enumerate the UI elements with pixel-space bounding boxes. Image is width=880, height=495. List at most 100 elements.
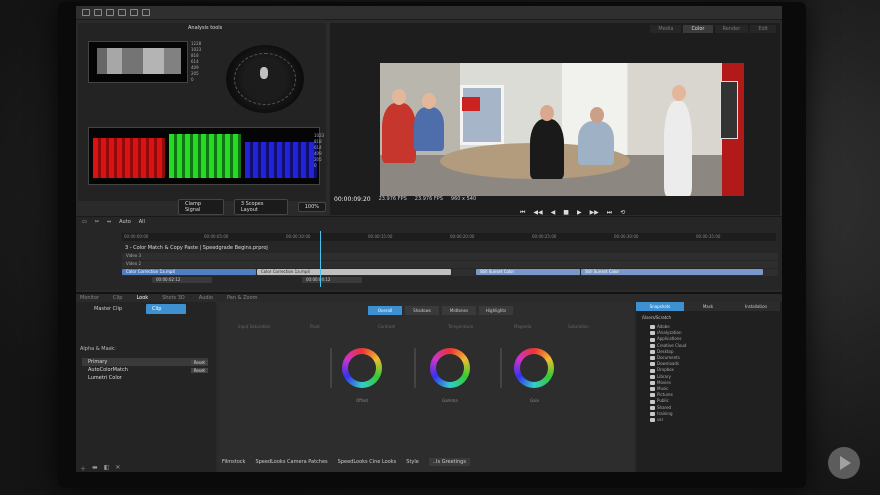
tab-color[interactable]: Color xyxy=(683,25,713,33)
tab-installation[interactable]: Installation xyxy=(732,302,780,311)
tab-monitor[interactable]: Monitor xyxy=(80,295,99,301)
folder-icon xyxy=(650,368,655,373)
scopes-title: Analysis tools xyxy=(188,25,223,31)
tab-cine-looks[interactable]: SpeedLooks Cine Looks xyxy=(338,459,397,465)
folder-icon xyxy=(650,362,655,367)
tab-greetings[interactable]: ..Is Greetings xyxy=(428,458,470,466)
browser-path[interactable]: /Users/Scratch xyxy=(642,315,671,320)
undo-icon[interactable] xyxy=(118,9,126,16)
browser-tabs: Snapshots Mask Installation xyxy=(636,302,780,311)
tab-shots3d[interactable]: Shots 3D xyxy=(162,295,185,301)
tab-mask[interactable]: Mask xyxy=(684,302,732,311)
segment-overall[interactable]: Overall xyxy=(368,306,402,315)
tab-media[interactable]: Media xyxy=(650,25,682,33)
folder-icon xyxy=(650,387,655,392)
clamp-signal-button[interactable]: Clamp Signal xyxy=(178,199,224,215)
reset-button[interactable]: Reset xyxy=(190,367,208,373)
clip-still-sunset-1[interactable]: Still Sunset Color xyxy=(476,269,580,275)
clip-button[interactable]: Clip xyxy=(146,304,186,314)
folder-icon[interactable]: ▬ xyxy=(92,464,98,472)
vectorscope xyxy=(226,45,304,113)
gamma-wheel[interactable] xyxy=(430,348,470,388)
master-clip-label[interactable]: Master Clip xyxy=(94,306,122,312)
duplicate-icon[interactable]: ◧ xyxy=(104,464,110,472)
playhead[interactable] xyxy=(320,231,321,287)
column-contrast: Contrast xyxy=(378,324,396,329)
segment-shadows[interactable]: Shadows xyxy=(405,306,439,315)
folder-icon xyxy=(650,337,655,342)
video-preview xyxy=(380,63,744,196)
clip-still-sunset-2[interactable]: Still Sunset Color xyxy=(581,269,763,275)
auto-toggle[interactable]: Auto xyxy=(119,219,131,225)
select-tool-icon[interactable]: ▭ xyxy=(82,219,87,225)
app-window: Analysis tools 122810238186144092050 102… xyxy=(76,6,782,472)
layer-primary[interactable]: Primary Reset xyxy=(82,358,208,366)
offset-slider[interactable] xyxy=(330,348,332,388)
timeline-toolbar: ▭ ✂ ⇔ Auto All xyxy=(82,219,145,225)
luma-waveform xyxy=(88,41,188,83)
tab-snapshots[interactable]: Snapshots xyxy=(636,302,684,311)
gain-wheel[interactable] xyxy=(514,348,554,388)
folder-icon xyxy=(650,393,655,398)
layers-panel: Master Clip Clip Alpha & Mask: Primary Re… xyxy=(76,302,216,472)
all-toggle[interactable]: All xyxy=(139,219,145,225)
viewer-panel: Media Color Render Edit 00:00:09:20 23.9… xyxy=(330,23,780,216)
track-video-3[interactable]: Video 3 xyxy=(122,253,778,260)
folder-icon xyxy=(650,405,655,410)
column-saturation: Saturation xyxy=(568,324,589,329)
tab-audio[interactable]: Audio xyxy=(199,295,213,301)
delete-icon[interactable]: ✕ xyxy=(115,464,120,472)
scope-zoom-select[interactable]: 100% xyxy=(297,202,326,212)
offset-wheel[interactable] xyxy=(342,348,382,388)
gain-slider[interactable] xyxy=(500,348,502,388)
gamma-slider[interactable] xyxy=(414,348,416,388)
top-toolbar xyxy=(76,6,782,20)
play-logo-icon xyxy=(828,447,860,479)
reset-button[interactable]: Reset xyxy=(190,359,208,365)
marker-out[interactable]: 00:00:04:12 xyxy=(302,277,362,283)
folder-icon xyxy=(650,399,655,404)
folder-tree: Adobe iAnalyzation Applications Creative Cl… xyxy=(640,324,778,423)
save-icon[interactable] xyxy=(94,9,102,16)
tools-icon[interactable] xyxy=(142,9,150,16)
tab-filmstock[interactable]: Filmstock xyxy=(222,459,245,465)
layer-lumetri[interactable]: Lumetri Color xyxy=(82,374,208,382)
tab-pan-zoom[interactable]: Pan & Zoom xyxy=(227,295,258,301)
fps-readout-2: 23.976 FPS xyxy=(414,196,443,202)
tab-edit[interactable]: Edit xyxy=(750,25,776,33)
redo-icon[interactable] xyxy=(130,9,138,16)
slip-tool-icon[interactable]: ⇔ xyxy=(107,219,111,225)
layer-autocolormatch[interactable]: AutoColorMatch Reset xyxy=(82,366,208,374)
render-icon[interactable] xyxy=(106,9,114,16)
razor-tool-icon[interactable]: ✂ xyxy=(95,219,99,225)
workspace-tabs: Media Color Render Edit xyxy=(650,25,776,33)
column-input-saturation: Input Saturation xyxy=(238,324,271,329)
folder-icon xyxy=(650,349,655,354)
layer-actions: ＋ ▬ ◧ ✕ xyxy=(80,464,120,472)
folder-label: usr xyxy=(657,417,664,423)
folder-icon xyxy=(650,331,655,336)
alpha-mask-label: Alpha & Mask: xyxy=(80,346,116,352)
panel-tabs: Monitor Clip Look Shots 3D Audio Pan & Z… xyxy=(80,294,258,302)
open-icon[interactable] xyxy=(82,9,90,16)
time-ruler[interactable]: 00:00:00:00 00:00:05:00 00:00:10:00 00:0… xyxy=(122,233,776,241)
tab-style[interactable]: Style xyxy=(406,459,419,465)
folder-item[interactable]: usr xyxy=(640,417,778,423)
segment-midtones[interactable]: Midtones xyxy=(442,306,476,315)
tonal-range-selector: Overall Shadows Midtones Highlights xyxy=(368,306,513,315)
folder-icon xyxy=(650,418,655,423)
tab-camera-patches[interactable]: SpeedLooks Camera Patches xyxy=(255,459,327,465)
viewer-status: 00:00:09:20 23.976 FPS 23.976 FPS 960 x … xyxy=(330,193,780,205)
track-video-2[interactable]: Video 2 xyxy=(122,261,778,268)
rgb-parade xyxy=(88,127,320,185)
scope-layout-select[interactable]: 3 Scopes Layout xyxy=(233,199,288,215)
clip-color-correction-1[interactable]: Color Correction 1a.mp4 xyxy=(122,269,256,275)
add-layer-icon[interactable]: ＋ xyxy=(80,464,86,472)
tab-render[interactable]: Render xyxy=(714,25,749,33)
segment-highlights[interactable]: Highlights xyxy=(479,306,513,315)
timecode[interactable]: 00:00:09:20 xyxy=(334,196,371,203)
marker-in[interactable]: 00:00:02:12 xyxy=(152,277,212,283)
tab-look[interactable]: Look xyxy=(136,295,148,301)
tab-clip[interactable]: Clip xyxy=(113,295,122,301)
clip-color-correction-2[interactable]: Color Correction 1a.mp4 xyxy=(257,269,451,275)
